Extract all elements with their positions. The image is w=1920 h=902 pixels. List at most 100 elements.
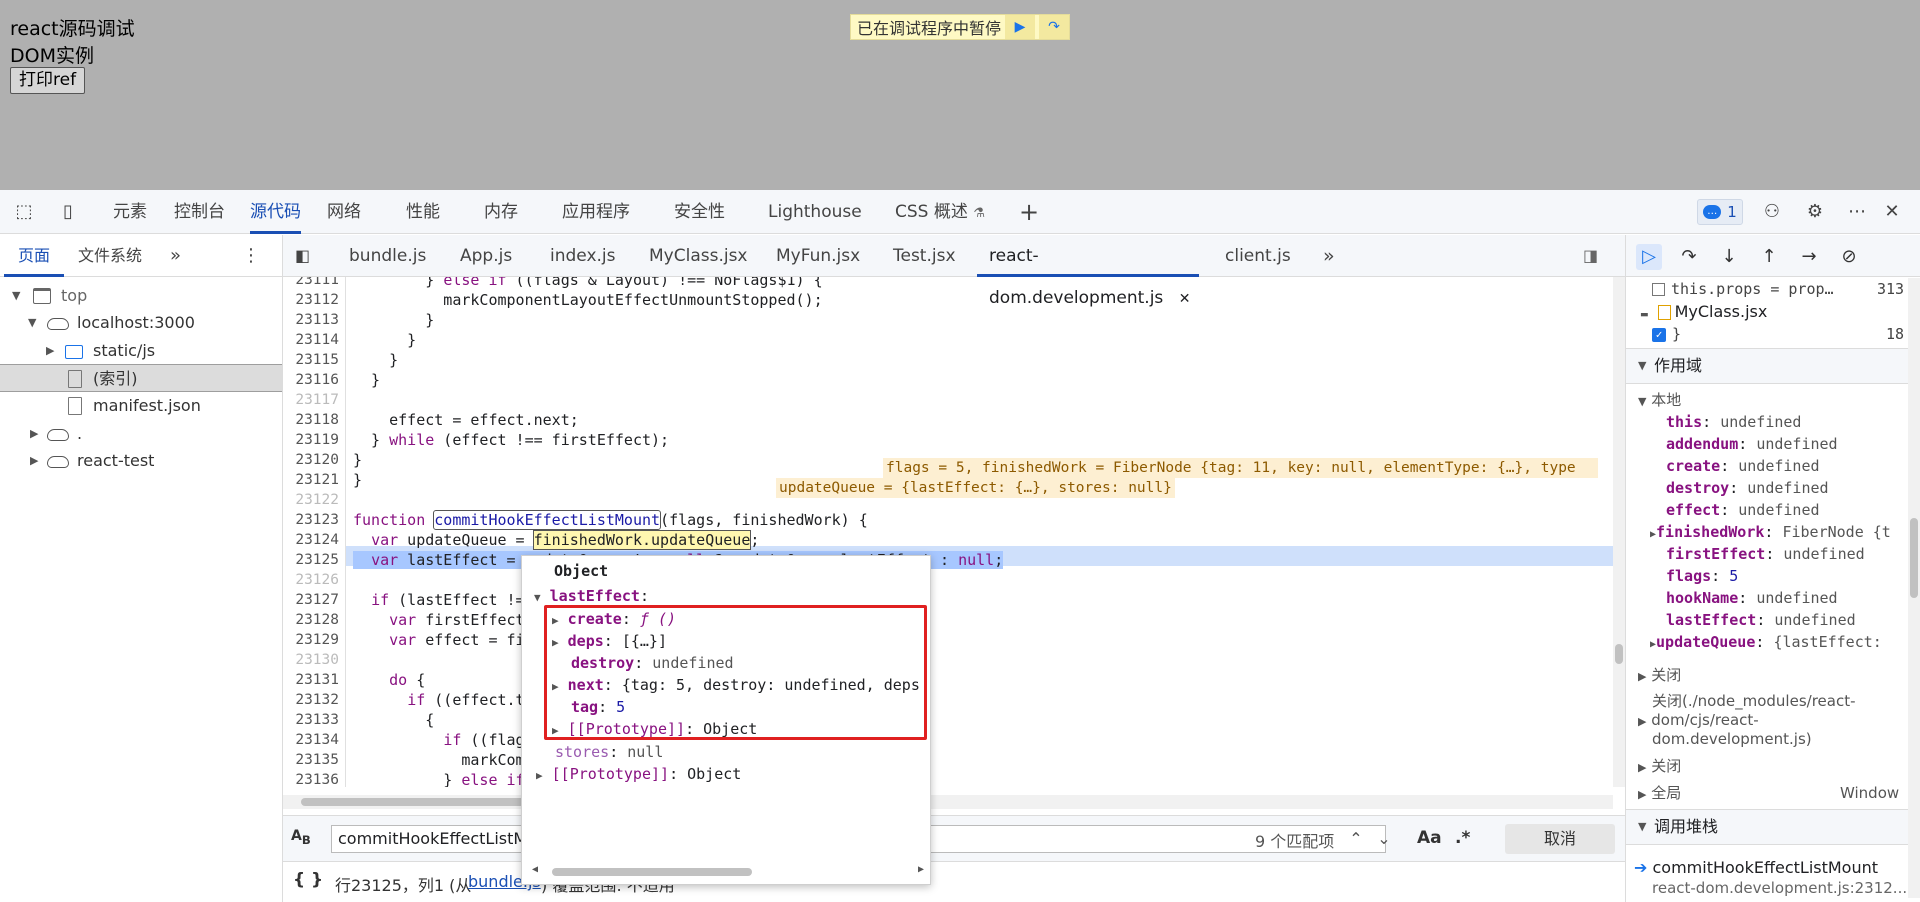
line-number[interactable]: 23120 [283,450,339,470]
deactivate-breakpoints-icon[interactable]: ⊘ [1836,244,1862,270]
tree-item-manifest[interactable]: manifest.json [0,392,282,420]
resume-icon[interactable]: ▶ [1005,15,1036,39]
toggle-navigator-icon[interactable]: ◧ [295,235,310,277]
tree-item-react-test[interactable]: ▶ react-test [0,447,282,475]
line-number[interactable]: 23124 [283,530,339,550]
settings-gear-icon[interactable]: ⚙ [1803,200,1827,224]
tab-page[interactable]: 页面 [4,235,65,277]
file-tab[interactable]: MyClass.jsx [649,235,748,277]
tab-performance[interactable]: 性能 [406,190,440,234]
checkbox-icon[interactable] [1652,283,1665,296]
tree-item-top[interactable]: ▼ top [0,282,282,310]
file-tab[interactable]: App.js [460,235,512,277]
line-number[interactable]: 23114 [283,330,339,350]
tab-network[interactable]: 网络 [327,190,361,234]
file-tab[interactable]: client.js [1225,235,1291,277]
local-scope-header[interactable]: ▼ 本地 [1638,389,1681,411]
line-number[interactable]: 23134 [283,730,339,750]
toggle-debugger-icon[interactable]: ◨ [1583,235,1598,277]
tree-item-localhost[interactable]: ▼ localhost:3000 [0,309,282,337]
scope-var-finishedWork[interactable]: ▶finishedWork: FiberNode {t [1650,521,1915,543]
line-number[interactable]: 23122 [283,490,339,510]
line-number[interactable]: 23119 [283,430,339,450]
previous-match-icon[interactable]: ⌃ [1343,825,1369,853]
line-number[interactable]: 23131 [283,670,339,690]
replace-toggle-icon[interactable]: AB [291,828,311,847]
line-number[interactable]: 23123 [283,510,339,530]
file-tab[interactable]: Test.jsx [893,235,956,277]
closure-scope[interactable]: ▶ 关闭 [1638,664,1681,686]
line-number[interactable]: 23133 [283,710,339,730]
tab-memory[interactable]: 内存 [484,190,518,234]
editor-hscrollbar[interactable] [283,795,1613,809]
callstack-frame[interactable]: ➔ commitHookEffectListMount [1634,857,1878,879]
line-number[interactable]: 23115 [283,350,339,370]
tree-item-static-js[interactable]: ▶ static/js [0,337,282,365]
regex-button[interactable]: .* [1455,828,1470,848]
more-options-icon[interactable]: ⋮ [242,235,260,277]
editor-scrollbar[interactable] [1613,277,1625,787]
file-tab[interactable]: index.js [550,235,616,277]
chevron-more-icon[interactable]: » [1323,235,1335,277]
match-case-button[interactable]: Aa [1417,828,1442,848]
line-number[interactable]: 23135 [283,750,339,770]
tab-lighthouse[interactable]: Lighthouse [768,190,862,234]
line-number[interactable]: 23126 [283,570,339,590]
close-icon[interactable]: ✕ [1880,200,1904,224]
callstack-section-header[interactable]: ▼ 调用堆栈 [1626,809,1920,845]
popover-row-next[interactable]: ▶ next: {tag: 5, destroy: undefined, dep… [552,674,922,696]
code-area[interactable]: 23111 } else if ((flags & Layout) !== No… [283,277,1613,787]
more-tabs-plus-icon[interactable]: + [1017,200,1041,224]
tree-item-dot[interactable]: ▶ . [0,420,282,448]
tab-sources[interactable]: 源代码 [250,190,301,234]
global-scope[interactable]: ▶ 全局 [1638,782,1681,804]
file-tab[interactable]: bundle.js [349,235,426,277]
popover-row-lasteffect[interactable]: ▼ lastEffect: [534,585,649,607]
popover-row-prototype-inner[interactable]: ▶ [[Prototype]]: Object [552,718,757,740]
line-number[interactable]: 23130 [283,650,339,670]
line-number[interactable]: 23112 [283,290,339,310]
popover-row-prototype[interactable]: ▶ [[Prototype]]: Object [536,763,741,785]
breakpoint-item[interactable]: this.props = prop… [1652,278,1882,300]
next-match-icon[interactable]: ⌄ [1371,825,1397,853]
print-ref-button[interactable]: 打印ref [10,67,86,94]
line-number[interactable]: 23121 [283,470,339,490]
tab-security[interactable]: 安全性 [674,190,725,234]
popover-row-deps[interactable]: ▶ deps: [{…}] [552,630,667,652]
customize-icon[interactable]: ⚇ [1760,200,1784,224]
scope-var-updateQueue[interactable]: ▶updateQueue: {lastEffect: [1650,631,1915,653]
step-over-icon[interactable]: ↷ [1676,244,1702,270]
line-number[interactable]: 23128 [283,610,339,630]
tab-elements[interactable]: 元素 [113,190,147,234]
line-number[interactable]: 23132 [283,690,339,710]
tree-item-index[interactable]: (索引) [0,364,282,392]
closure-scope[interactable]: ▶ 关闭 [1638,755,1681,777]
line-number[interactable]: 23125 [283,550,339,570]
step-into-icon[interactable]: ↓ [1716,244,1742,270]
pretty-print-icon[interactable]: { } [293,870,323,890]
breakpoint-file[interactable]: ▬ MyClass.jsx [1640,301,1767,323]
line-number[interactable]: 23118 [283,410,339,430]
debugger-scrollbar[interactable] [1908,278,1920,898]
file-tab-active[interactable]: react-dom.development.js ✕ [977,235,1199,308]
step-over-icon[interactable]: ↷ [1039,15,1070,39]
tab-console[interactable]: 控制台 [174,190,225,234]
line-number[interactable]: 23113 [283,310,339,330]
line-number[interactable]: 23117 [283,390,339,410]
issues-counter[interactable]: … 1 [1697,199,1743,225]
popover-row-create[interactable]: ▶ create: ƒ () [552,608,676,630]
popover-hscrollbar[interactable]: ◀ ▶ [532,864,924,880]
line-number[interactable]: 23129 [283,630,339,650]
line-number[interactable]: 23127 [283,590,339,610]
resume-icon[interactable]: ▷ [1636,244,1662,270]
tab-filesystem[interactable]: 文件系统 [78,235,142,277]
scope-section-header[interactable]: ▼ 作用域 [1626,348,1920,384]
tab-application[interactable]: 应用程序 [562,190,630,234]
inspect-element-icon[interactable]: ⬚ [12,200,36,224]
line-number[interactable]: 23116 [283,370,339,390]
more-options-icon[interactable]: ⋯ [1845,200,1869,224]
cancel-search-button[interactable]: 取消 [1505,824,1615,854]
step-icon[interactable]: → [1796,244,1822,270]
breakpoint-item[interactable]: ✓} [1652,323,1681,345]
chevron-more-icon[interactable]: » [170,235,181,277]
